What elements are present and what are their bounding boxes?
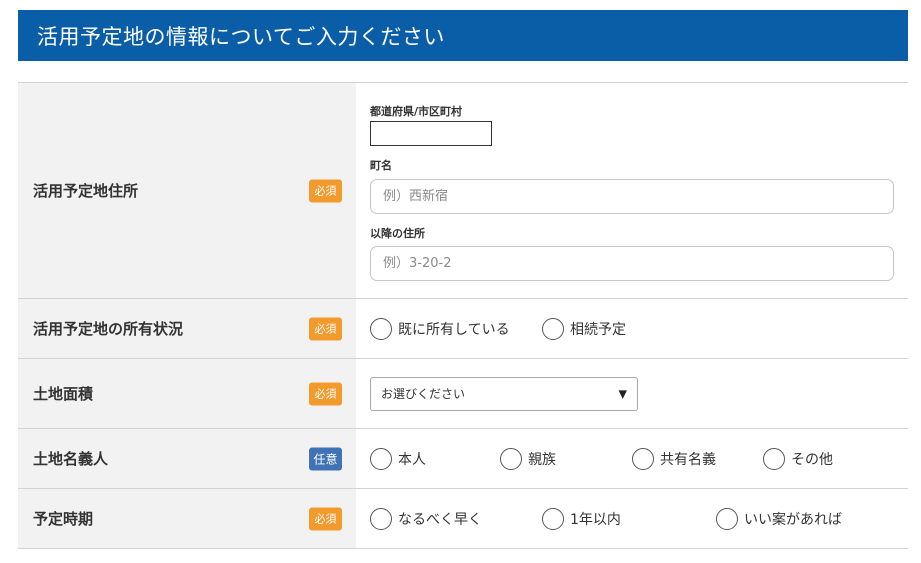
owner-name-value-cell: 本人 親族 共有名義 その他 — [356, 429, 908, 488]
radio-circle-icon[interactable] — [542, 507, 564, 530]
town-label: 町名 — [370, 159, 392, 172]
timing-option-within-year[interactable]: 1年以内 — [542, 507, 621, 530]
ownership-option-owned[interactable]: 既に所有している — [370, 317, 510, 340]
radio-circle-icon[interactable] — [370, 507, 392, 530]
ownership-label: 活用予定地の所有状況 — [33, 320, 184, 338]
select-value: お選びください — [381, 387, 466, 401]
required-badge: 必須 — [309, 507, 342, 530]
ownership-row: 活用予定地の所有状況 必須 既に所有している 相続予定 — [18, 299, 908, 359]
land-area-value-cell: お選びください ▼ — [356, 359, 908, 428]
radio-circle-icon[interactable] — [500, 447, 522, 470]
ownership-option-inherit[interactable]: 相続予定 — [542, 317, 626, 340]
timing-row: 予定時期 必須 なるべく早く 1年以内 いい案があれば — [18, 489, 908, 549]
owner-option-relative[interactable]: 親族 — [500, 447, 556, 470]
section-title: 活用予定地の情報についてご入力ください — [37, 24, 445, 49]
owner-option-other[interactable]: その他 — [763, 447, 833, 470]
dropdown-arrow-icon: ▼ — [618, 387, 627, 400]
timing-option-asap[interactable]: なるべく早く — [370, 507, 482, 530]
radio-label: 共有名義 — [660, 451, 716, 468]
radio-circle-icon[interactable] — [370, 317, 392, 340]
address-row: 活用予定地住所 必須 都道府県/市区町村 町名 以降の住所 — [18, 83, 908, 299]
owner-option-self[interactable]: 本人 — [370, 447, 426, 470]
owner-name-radio-group: 本人 親族 共有名義 その他 — [370, 429, 908, 488]
required-badge: 必須 — [309, 179, 342, 202]
ownership-radio-group: 既に所有している 相続予定 — [370, 299, 908, 358]
required-badge: 必須 — [309, 382, 342, 405]
land-info-form: 活用予定地住所 必須 都道府県/市区町村 町名 以降の住所 活用予定地の所有状況… — [18, 82, 908, 549]
required-badge: 必須 — [309, 317, 342, 340]
section-header: 活用予定地の情報についてご入力ください — [18, 10, 908, 61]
land-area-label-cell: 土地面積 必須 — [18, 359, 356, 428]
prefecture-city-input[interactable] — [370, 121, 492, 146]
owner-name-label: 土地名義人 — [33, 450, 109, 468]
radio-circle-icon[interactable] — [763, 447, 785, 470]
radio-circle-icon[interactable] — [370, 447, 392, 470]
owner-name-row: 土地名義人 任意 本人 親族 共有名義 その他 — [18, 429, 908, 489]
radio-label: なるべく早く — [398, 511, 482, 528]
owner-option-joint[interactable]: 共有名義 — [632, 447, 716, 470]
prefecture-label: 都道府県/市区町村 — [370, 105, 463, 118]
radio-label: その他 — [791, 451, 833, 468]
radio-label: いい案があれば — [744, 511, 842, 528]
town-input[interactable] — [370, 179, 894, 214]
land-area-label: 土地面積 — [33, 385, 94, 403]
timing-label-cell: 予定時期 必須 — [18, 489, 356, 548]
address-label-cell: 活用予定地住所 必須 — [18, 83, 356, 298]
ownership-label-cell: 活用予定地の所有状況 必須 — [18, 299, 356, 358]
timing-option-if-good-plan[interactable]: いい案があれば — [716, 507, 842, 530]
timing-value-cell: なるべく早く 1年以内 いい案があれば — [356, 489, 908, 548]
rest-address-label: 以降の住所 — [370, 227, 425, 240]
ownership-value-cell: 既に所有している 相続予定 — [356, 299, 908, 358]
radio-label: 1年以内 — [570, 511, 621, 528]
land-area-select[interactable]: お選びください ▼ — [370, 376, 638, 411]
owner-name-label-cell: 土地名義人 任意 — [18, 429, 356, 488]
land-area-row: 土地面積 必須 お選びください ▼ — [18, 359, 908, 429]
radio-circle-icon[interactable] — [542, 317, 564, 340]
address-label: 活用予定地住所 — [33, 182, 139, 200]
radio-label: 既に所有している — [398, 321, 510, 338]
radio-label: 親族 — [528, 451, 556, 468]
radio-circle-icon[interactable] — [716, 507, 738, 530]
timing-label: 予定時期 — [33, 510, 94, 528]
radio-label: 本人 — [398, 451, 426, 468]
optional-badge: 任意 — [309, 447, 342, 470]
timing-radio-group: なるべく早く 1年以内 いい案があれば — [370, 489, 908, 548]
address-value-cell: 都道府県/市区町村 町名 以降の住所 — [356, 83, 908, 298]
rest-address-input[interactable] — [370, 246, 894, 281]
radio-label: 相続予定 — [570, 321, 626, 338]
radio-circle-icon[interactable] — [632, 447, 654, 470]
